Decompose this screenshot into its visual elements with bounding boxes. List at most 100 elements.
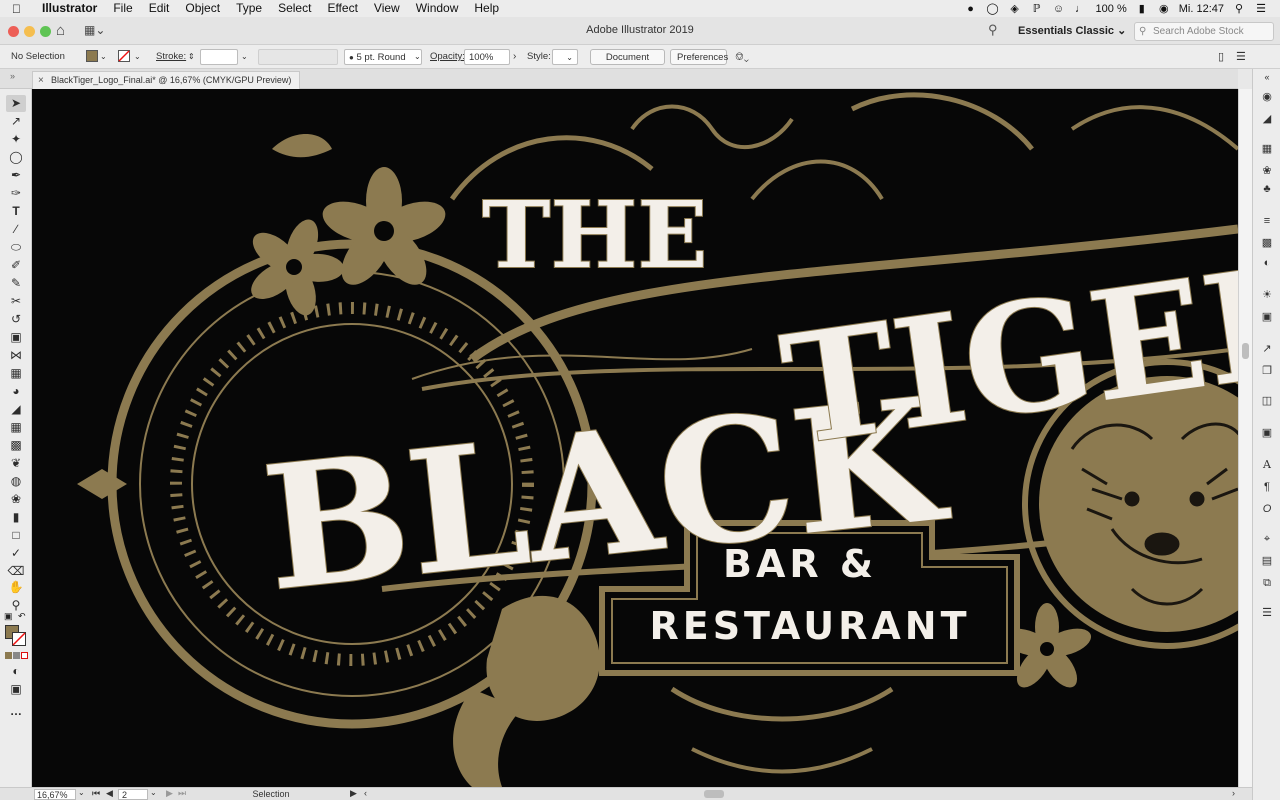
- menu-help[interactable]: Help: [466, 0, 507, 17]
- direct-selection-tool-icon[interactable]: ↗: [6, 113, 26, 130]
- type-tool-icon[interactable]: T: [6, 203, 26, 220]
- current-tool-status[interactable]: Selection: [196, 788, 346, 800]
- scale-tool-icon[interactable]: ▣: [6, 329, 26, 346]
- vertical-scrollbar[interactable]: [1238, 89, 1252, 787]
- stroke-label[interactable]: Stroke:: [156, 49, 186, 65]
- arrange-documents-icon[interactable]: ▦⌄: [84, 23, 105, 37]
- artboards-panel-icon[interactable]: ❐: [1258, 363, 1276, 379]
- image-trace-icon[interactable]: ▣: [1258, 425, 1276, 441]
- vertical-scroll-thumb[interactable]: [1242, 343, 1249, 359]
- arrange-icon[interactable]: ⎊⌄: [735, 49, 749, 65]
- collapse-toolbar-icon[interactable]: »: [10, 71, 15, 81]
- export-icon[interactable]: ↗: [1258, 341, 1276, 357]
- gradient-mode-icon[interactable]: [13, 652, 20, 659]
- menu-select[interactable]: Select: [270, 0, 319, 17]
- line-tool-icon[interactable]: ∕: [6, 221, 26, 238]
- align-icon[interactable]: ▯: [1218, 49, 1224, 65]
- stroke-weight-dropdown-icon[interactable]: ⌄: [241, 49, 248, 65]
- graphic-styles-icon[interactable]: ▣: [1258, 309, 1276, 325]
- scroll-right-icon[interactable]: ›: [1232, 788, 1235, 798]
- user-icon[interactable]: ◉: [1157, 2, 1171, 16]
- symbol-sprayer-tool-icon[interactable]: ❀: [6, 491, 26, 508]
- document-tab[interactable]: × BlackTiger_Logo_Final.ai* @ 16,67% (CM…: [32, 71, 301, 89]
- opentype-icon[interactable]: O: [1258, 501, 1276, 517]
- appearance-icon[interactable]: ☀: [1258, 287, 1276, 303]
- close-tab-icon[interactable]: ×: [38, 72, 44, 89]
- menu-file[interactable]: File: [105, 0, 140, 17]
- symbols-icon[interactable]: ♣: [1258, 181, 1276, 197]
- brush-definition[interactable]: ● 5 pt. Round: [344, 49, 422, 65]
- hand-tool-icon[interactable]: ✋: [6, 579, 26, 596]
- curvature-tool-icon[interactable]: ✑: [6, 185, 26, 202]
- mesh-tool-icon[interactable]: ▦: [6, 419, 26, 436]
- screen-mode-icon[interactable]: ▣: [6, 681, 26, 698]
- panel-menu-icon[interactable]: ☰: [1236, 49, 1246, 65]
- perspective-grid-tool-icon[interactable]: ◢: [6, 401, 26, 418]
- opacity-field[interactable]: 100%: [464, 49, 510, 65]
- previous-artboard-icon[interactable]: ◀: [106, 788, 113, 799]
- apple-icon[interactable]: : [12, 2, 28, 16]
- cc-icon[interactable]: ●: [964, 2, 978, 16]
- slice-tool-icon[interactable]: ✓: [6, 545, 26, 562]
- gradient-panel-icon[interactable]: ▩: [1258, 235, 1276, 251]
- battery-percent[interactable]: 100 %: [1096, 3, 1127, 15]
- menu-view[interactable]: View: [366, 0, 408, 17]
- color-mode-icon[interactable]: [5, 652, 12, 659]
- edit-toolbar-icon[interactable]: …: [6, 703, 26, 720]
- rotate-tool-icon[interactable]: ↺: [6, 311, 26, 328]
- last-artboard-icon[interactable]: ⏭: [178, 788, 186, 799]
- expand-panels-icon[interactable]: «: [1258, 69, 1276, 85]
- stroke-stepper[interactable]: ⇕: [188, 49, 195, 65]
- free-transform-tool-icon[interactable]: ▦: [6, 365, 26, 382]
- clock[interactable]: Mi. 12:47: [1179, 3, 1224, 15]
- swatches-icon[interactable]: ▦: [1258, 141, 1276, 157]
- home-icon[interactable]: ⌂: [56, 22, 65, 39]
- document-setup-button[interactable]: Document Setup: [590, 49, 665, 79]
- stroke-panel-icon[interactable]: ≡: [1258, 213, 1276, 229]
- dropbox-icon[interactable]: ◈: [1008, 2, 1022, 16]
- lasso-tool-icon[interactable]: ◯: [6, 149, 26, 166]
- artboard-tool-icon[interactable]: □: [6, 527, 26, 544]
- pen-tool-icon[interactable]: ✒: [6, 167, 26, 184]
- eyedropper-tool-icon[interactable]: ❦: [6, 455, 26, 472]
- scissors-tool-icon[interactable]: ✂: [6, 293, 26, 310]
- menu-object[interactable]: Object: [177, 0, 228, 17]
- menu-app-name[interactable]: Illustrator: [28, 0, 105, 17]
- asset-export-icon[interactable]: ◫: [1258, 393, 1276, 409]
- volume-icon[interactable]: ♩: [1074, 2, 1088, 16]
- drawing-mode-icon[interactable]: ◐: [6, 663, 26, 680]
- battery-icon[interactable]: ▮: [1135, 2, 1149, 16]
- opacity-label[interactable]: Opacity:: [430, 49, 465, 65]
- preferences-button[interactable]: Preferences: [670, 49, 728, 65]
- shaper-tool-icon[interactable]: ✎: [6, 275, 26, 292]
- width-tool-icon[interactable]: ⋈: [6, 347, 26, 364]
- color-panel-icon[interactable]: ◉: [1258, 89, 1276, 105]
- default-colors-icon[interactable]: ▣: [4, 611, 13, 622]
- ellipse-tool-icon[interactable]: ⬭: [6, 239, 26, 256]
- magic-wand-tool-icon[interactable]: ✦: [6, 131, 26, 148]
- close-window-button[interactable]: [8, 26, 19, 37]
- brushes-icon[interactable]: ❀: [1258, 163, 1276, 179]
- color-guide-icon[interactable]: ◢: [1258, 111, 1276, 127]
- menu-list-icon[interactable]: ☰: [1254, 2, 1268, 16]
- eraser-tool-icon[interactable]: ⌫: [6, 563, 26, 580]
- zoom-dropdown-icon[interactable]: ⌄: [78, 788, 85, 797]
- character-panel-icon[interactable]: A: [1258, 457, 1276, 473]
- transparency-icon[interactable]: ◐: [1258, 255, 1276, 271]
- horizontal-scroll-thumb[interactable]: [704, 790, 724, 798]
- style-picker[interactable]: ⌄: [552, 49, 578, 65]
- align-panel-icon[interactable]: ▤: [1258, 553, 1276, 569]
- brush-dropdown-icon[interactable]: ⌄: [414, 49, 421, 65]
- artboard-dropdown-icon[interactable]: ⌄: [150, 788, 157, 797]
- lightbulb-icon[interactable]: ⚲: [988, 22, 998, 38]
- none-mode-icon[interactable]: [21, 652, 28, 659]
- minimize-window-button[interactable]: [24, 26, 35, 37]
- gradient-tool-icon[interactable]: ▩: [6, 437, 26, 454]
- shape-builder-tool-icon[interactable]: ◕: [6, 383, 26, 400]
- first-artboard-icon[interactable]: ⏮: [92, 788, 100, 799]
- workspace-switcher[interactable]: Essentials Classic ⌄: [1012, 22, 1132, 40]
- column-graph-tool-icon[interactable]: ▮: [6, 509, 26, 526]
- menu-edit[interactable]: Edit: [141, 0, 178, 17]
- wifi-icon[interactable]: ☺: [1052, 2, 1066, 16]
- menu-effect[interactable]: Effect: [319, 0, 365, 17]
